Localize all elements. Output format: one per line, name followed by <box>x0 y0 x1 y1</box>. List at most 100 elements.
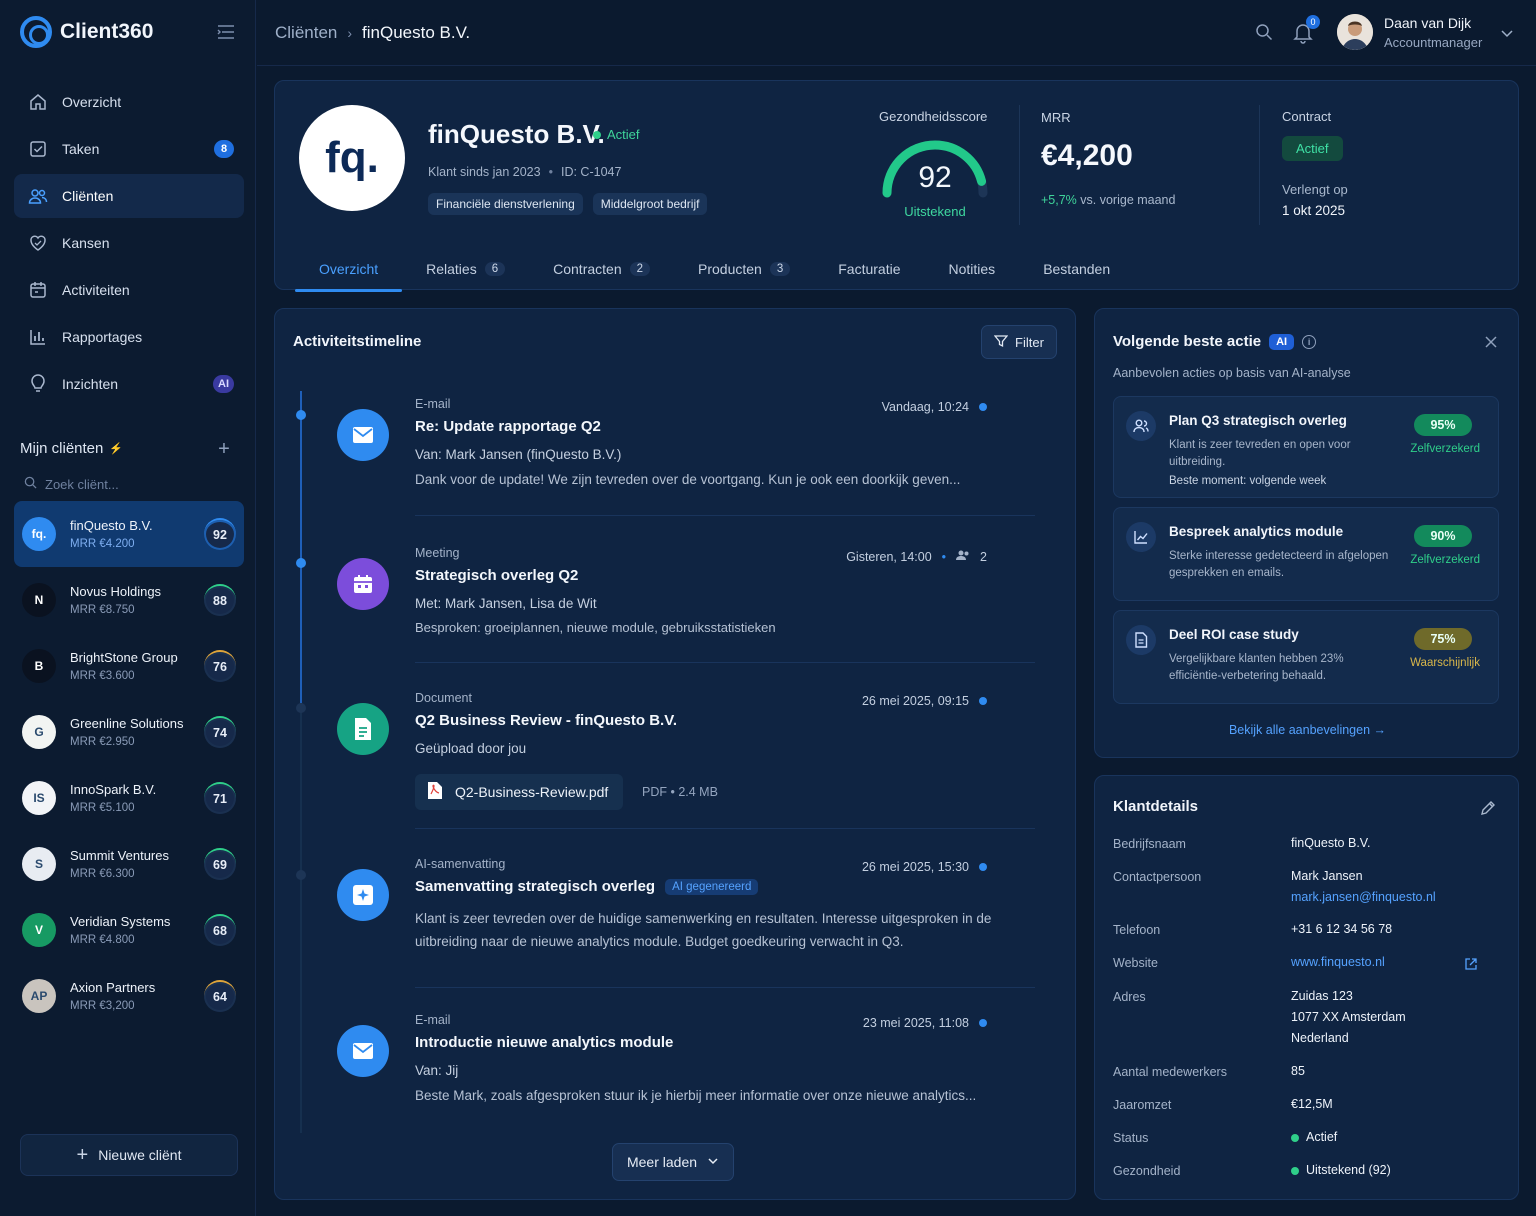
search-icon <box>24 476 37 492</box>
client-avatar-text: AP <box>30 989 48 1003</box>
client-name: finQuesto B.V. <box>428 119 605 149</box>
new-client-button[interactable]: + Nieuwe cliënt <box>20 1134 238 1176</box>
event-time-text: 26 mei 2025, 09:15 <box>861 694 969 708</box>
client-list-item[interactable]: B BrightStone Group MRR €3.600 76 <box>14 633 244 699</box>
event-uploader: Geüpload door jou <box>415 741 527 756</box>
client-score-text: 69 <box>213 858 227 872</box>
client-list-item[interactable]: AP Axion Partners MRR €3,200 64 <box>14 963 244 1029</box>
timeline-event[interactable]: AI-samenvatting Samenvatting strategisch… <box>337 849 1047 979</box>
detail-value: Actief <box>1291 1127 1337 1148</box>
calendar-icon <box>337 558 389 610</box>
mail-icon <box>337 1025 389 1077</box>
client-list-item[interactable]: N Novus Holdings MRR €8.750 88 <box>14 567 244 633</box>
detail-value: Nederland <box>1291 1031 1349 1045</box>
tab-producten[interactable]: Producten 3 <box>674 247 814 291</box>
client-search-input[interactable] <box>45 476 225 492</box>
add-client-icon[interactable]: + <box>214 439 234 460</box>
divider <box>415 515 1035 516</box>
client-info: InnoSpark B.V. MRR €5.100 <box>70 782 156 814</box>
recommendation-card[interactable]: Deel ROI case study Vergelijkbare klante… <box>1113 610 1499 704</box>
topbar: Cliënten › finQuesto B.V. 0 Daan van Dij… <box>257 0 1536 66</box>
client-list-item[interactable]: fq. finQuesto B.V. MRR €4.200 92 <box>14 501 244 567</box>
detail-label: Gezondheid <box>1113 1164 1181 1178</box>
arrow-right-icon: → <box>1373 723 1387 737</box>
activity-timeline: Activiteitstimeline Filter E-mail Re: Up… <box>274 308 1076 1200</box>
edit-pencil-icon[interactable] <box>1480 800 1496 816</box>
client-mrr: MRR €4.200 <box>70 538 135 550</box>
chevron-down-icon[interactable] <box>1500 26 1514 40</box>
nav-item-inzichten[interactable]: Inzichten AI <box>14 362 244 406</box>
breadcrumb-parent[interactable]: Cliënten <box>275 23 337 43</box>
client-avatar-text: S <box>34 857 43 871</box>
close-icon[interactable] <box>1484 335 1498 349</box>
event-time: 23 mei 2025, 11:08 <box>863 1016 987 1030</box>
client-name: Summit Ventures <box>70 848 169 863</box>
client-name: Axion Partners <box>70 980 156 995</box>
nav-item-kansen[interactable]: Kansen <box>14 221 244 265</box>
nav-label: Rapportages <box>62 329 143 345</box>
timeline-event[interactable]: Document Q2 Business Review - finQuesto … <box>337 683 1047 823</box>
client-name: Greenline Solutions <box>70 716 184 731</box>
client-list-item[interactable]: IS InnoSpark B.V. MRR €5.100 71 <box>14 765 244 831</box>
divider <box>415 662 1035 663</box>
client-header: fq. finQuesto B.V. Actief Klant sinds ja… <box>274 80 1519 292</box>
menu-toggle-icon[interactable] <box>216 24 236 40</box>
tab-facturatie[interactable]: Facturatie <box>814 247 924 291</box>
nav-item-overzicht[interactable]: Overzicht <box>14 80 244 124</box>
nav-item-rapportages[interactable]: Rapportages <box>14 315 244 359</box>
event-title: Samenvatting strategisch overleg AI gegen… <box>415 878 759 896</box>
client-mrr: MRR €8.750 <box>70 604 135 616</box>
tab-notities[interactable]: Notities <box>925 247 1020 291</box>
contract-status-badge: Actief <box>1282 136 1343 161</box>
tab-bestanden[interactable]: Bestanden <box>1019 247 1134 291</box>
document-icon <box>337 703 389 755</box>
detail-label: Telefoon <box>1113 923 1161 937</box>
external-link-icon[interactable] <box>1464 957 1478 971</box>
client-info: Greenline Solutions MRR €2.950 <box>70 716 183 748</box>
next-best-action-panel: Volgende beste actie AI i Aanbevolen act… <box>1094 308 1519 758</box>
nav-item-clienten[interactable]: Cliënten <box>14 174 244 218</box>
client-meta: Klant sinds jan 2023 • ID: C-1047 <box>428 165 622 179</box>
user-role: Accountmanager <box>1384 35 1483 50</box>
chevron-right-icon: › <box>347 25 353 41</box>
see-all-label: Bekijk alle aanbevelingen <box>1228 723 1371 737</box>
client-list-item[interactable]: V Veridian Systems MRR €4.800 68 <box>14 897 244 963</box>
client-mrr: MRR €2.950 <box>70 736 135 748</box>
recommendation-card[interactable]: Bespreek analytics module Sterke interes… <box>1113 507 1499 601</box>
tab-contracten[interactable]: Contracten 2 <box>529 247 674 291</box>
see-all-recommendations-link[interactable]: Bekijk alle aanbevelingen → <box>1095 723 1520 737</box>
user-name: Daan van Dijk <box>1384 15 1472 31</box>
client-list-item[interactable]: G Greenline Solutions MRR €2.950 74 <box>14 699 244 765</box>
timeline-event[interactable]: E-mail Introductie nieuwe analytics modu… <box>337 1005 1047 1125</box>
detail-label: Contactpersoon <box>1113 870 1202 884</box>
client-score-text: 64 <box>213 990 227 1004</box>
event-snippet: Dank voor de update! We zijn tevreden ov… <box>415 472 961 487</box>
event-title-text: Samenvatting strategisch overleg <box>415 878 656 895</box>
search-icon[interactable] <box>1255 23 1275 43</box>
timeline-event[interactable]: Meeting Strategisch overleg Q2 Met: Mark… <box>337 538 1047 658</box>
load-more-button[interactable]: Meer laden <box>612 1143 734 1181</box>
tab-relaties[interactable]: Relaties 6 <box>402 247 529 291</box>
filter-button[interactable]: Filter <box>981 325 1057 359</box>
tab-overzicht[interactable]: Overzicht <box>295 247 403 292</box>
bell-icon[interactable]: 0 <box>1293 15 1320 44</box>
event-time: Vandaag, 10:24 <box>882 400 987 414</box>
event-time-text: 26 mei 2025, 15:30 <box>861 860 969 874</box>
client-health-score: 74 <box>204 716 236 748</box>
nav-item-activiteiten[interactable]: Activiteiten <box>14 268 244 312</box>
info-icon[interactable]: i <box>1302 334 1317 349</box>
timeline-event[interactable]: E-mail Re: Update rapportage Q2 Van: Mar… <box>337 389 1047 509</box>
file-attachment[interactable]: Q2-Business-Review.pdf <box>415 774 623 810</box>
website-link[interactable]: www.finquesto.nl <box>1291 952 1385 973</box>
contact-email-link[interactable]: mark.jansen@finquesto.nl <box>1291 887 1436 908</box>
recommendation-card[interactable]: Plan Q3 strategisch overleg Klant is zee… <box>1113 396 1499 498</box>
client-name: Novus Holdings <box>70 584 162 599</box>
my-clients-title: Mijn cliënten ⚡ <box>20 440 123 457</box>
client-list-item[interactable]: S Summit Ventures MRR €6.300 69 <box>14 831 244 897</box>
user-avatar[interactable] <box>1337 14 1373 50</box>
plus-icon: + <box>76 1143 89 1166</box>
health-label: Gezondheidsscore <box>879 109 988 124</box>
recommendation-title: Deel ROI case study <box>1169 627 1299 642</box>
brand[interactable]: Client360 <box>20 16 153 48</box>
nav-item-taken[interactable]: Taken 8 <box>14 127 244 171</box>
